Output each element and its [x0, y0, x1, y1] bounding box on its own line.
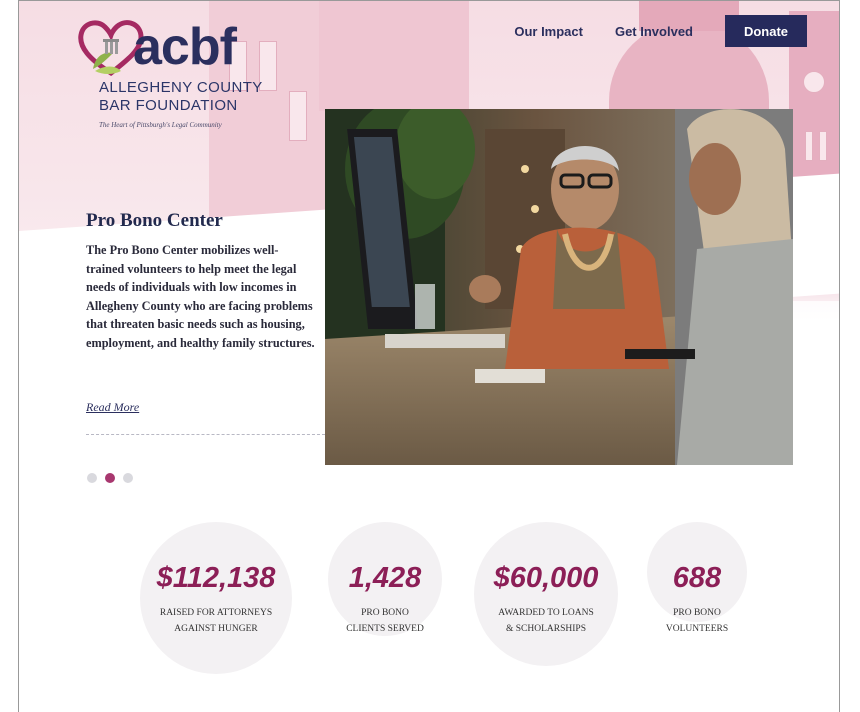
stat-volunteers: 688 PRO BONO VOLUNTEERS: [647, 522, 747, 682]
slide-title: Pro Bono Center: [86, 210, 223, 231]
logo-line-foundation: BAR FOUNDATION: [99, 97, 238, 114]
nav-our-impact[interactable]: Our Impact: [514, 24, 583, 39]
stat-label-line2: & SCHOLARSHIPS: [506, 624, 586, 634]
stat-value: 1,428: [348, 562, 422, 594]
stat-label-line1: PRO BONO: [361, 608, 409, 618]
stat-value: 688: [672, 562, 722, 594]
stat-value: $112,138: [156, 562, 276, 594]
stat-label-line1: RAISED FOR ATTORNEYS: [159, 608, 273, 618]
carousel-dot-2[interactable]: [105, 473, 115, 483]
divider: [86, 434, 325, 435]
stat-label-line1: PRO BONO: [673, 608, 721, 618]
site-logo[interactable]: acbf ALLEGHENY COUNTY BAR FOUNDATION The…: [75, 15, 315, 135]
stat-label-line1: AWARDED TO LOANS: [498, 608, 594, 618]
donate-button[interactable]: Donate: [725, 15, 807, 47]
carousel-dots: [87, 473, 141, 483]
logo-line-county: ALLEGHENY COUNTY: [99, 79, 263, 96]
hero-photo: [325, 109, 793, 465]
read-more-link[interactable]: Read More: [86, 400, 139, 415]
stat-label-line2: AGAINST HUNGER: [174, 624, 258, 634]
stat-attorneys-against-hunger: $112,138 RAISED FOR ATTORNEYS AGAINST HU…: [136, 522, 296, 682]
carousel-dot-1[interactable]: [87, 473, 97, 483]
stat-value: $60,000: [493, 562, 599, 594]
stat-label-line2: VOLUNTEERS: [665, 624, 729, 634]
carousel-dot-3[interactable]: [123, 473, 133, 483]
stat-loans-scholarships: $60,000 AWARDED TO LOANS & SCHOLARSHIPS: [471, 522, 621, 682]
logo-wordmark: acbf: [133, 18, 237, 76]
stat-label-line2: CLIENTS SERVED: [346, 624, 424, 634]
page-frame: acbf ALLEGHENY COUNTY BAR FOUNDATION The…: [18, 0, 840, 712]
stat-circle: [140, 522, 292, 674]
logo-tagline: The Heart of Pittsburgh's Legal Communit…: [99, 121, 222, 129]
slide-description: The Pro Bono Center mobilizes well-train…: [86, 243, 315, 350]
nav-get-involved[interactable]: Get Involved: [615, 24, 693, 39]
stat-pro-bono-clients: 1,428 PRO BONO CLIENTS SERVED: [325, 522, 445, 682]
main-nav: Our Impact Get Involved Donate: [514, 15, 807, 47]
